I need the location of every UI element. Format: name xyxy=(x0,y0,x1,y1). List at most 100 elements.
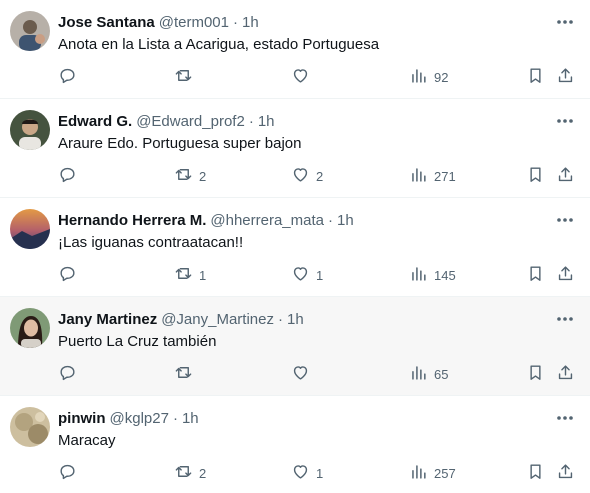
avatar[interactable] xyxy=(10,407,50,447)
like-count: 2 xyxy=(316,168,324,184)
like-button[interactable] xyxy=(291,363,316,385)
share-button[interactable] xyxy=(556,165,575,187)
timestamp[interactable]: 1h xyxy=(287,311,304,328)
retweet-icon xyxy=(174,264,193,286)
bookmark-button[interactable] xyxy=(526,165,545,187)
bookmark-icon xyxy=(526,462,545,484)
user-handle[interactable]: @term001 xyxy=(159,14,229,31)
views-count: 271 xyxy=(434,168,456,184)
bookmark-icon xyxy=(526,264,545,286)
reply-icon xyxy=(58,66,77,88)
user-handle[interactable]: @Edward_prof2 xyxy=(136,113,245,130)
views-button[interactable]: 271 xyxy=(409,165,456,187)
timestamp[interactable]: 1h xyxy=(182,410,199,427)
avatar[interactable] xyxy=(10,209,50,249)
like-icon xyxy=(291,165,310,187)
views-count: 92 xyxy=(434,69,449,85)
tweet-text: Anota en la Lista a Acarigua, estado Por… xyxy=(58,36,380,53)
user-handle[interactable]: @kglp27 xyxy=(110,410,169,427)
like-icon xyxy=(291,363,310,385)
reply-tweet[interactable]: Jose Santana @term001 · 1h Anota en la List… xyxy=(0,0,590,99)
tweet-text: Araure Edo. Portuguesa super bajon xyxy=(58,135,302,152)
retweet-icon xyxy=(174,462,193,484)
like-button[interactable]: 1 xyxy=(291,264,323,286)
views-button[interactable]: 65 xyxy=(409,363,448,385)
tweet-header: Jany Martinez @Jany_Martinez · 1h xyxy=(58,310,304,330)
share-icon xyxy=(556,66,575,88)
reply-button[interactable] xyxy=(58,363,83,385)
display-name[interactable]: Jose Santana xyxy=(58,14,155,31)
views-button[interactable]: 257 xyxy=(409,462,456,484)
like-count: 1 xyxy=(316,267,324,283)
reply-button[interactable] xyxy=(58,165,83,187)
user-handle[interactable]: @hherrera_mata xyxy=(210,212,324,229)
retweet-icon xyxy=(174,66,193,88)
share-button[interactable] xyxy=(556,462,575,484)
avatar[interactable] xyxy=(10,110,50,150)
retweet-button[interactable] xyxy=(174,66,199,88)
like-button[interactable]: 1 xyxy=(291,462,323,484)
timestamp[interactable]: 1h xyxy=(337,212,354,229)
share-icon xyxy=(556,462,575,484)
action-bar: 2 1 257 xyxy=(0,462,590,484)
display-name[interactable]: Edward G. xyxy=(58,113,132,130)
retweet-count: 2 xyxy=(199,168,207,184)
views-icon xyxy=(409,264,428,286)
action-bar: 92 xyxy=(0,66,590,88)
reply-tweet[interactable]: pinwin @kglp27 · 1h Maracay 2 1 257 xyxy=(0,396,590,493)
retweet-button[interactable] xyxy=(174,363,199,385)
share-button[interactable] xyxy=(556,66,575,88)
retweet-button[interactable]: 2 xyxy=(174,462,206,484)
display-name[interactable]: pinwin xyxy=(58,410,106,427)
separator-dot: · xyxy=(248,113,254,130)
tweet-header: Jose Santana @term001 · 1h xyxy=(58,13,259,33)
retweet-button[interactable]: 2 xyxy=(174,165,206,187)
user-handle[interactable]: @Jany_Martinez xyxy=(161,311,274,328)
reply-button[interactable] xyxy=(58,462,83,484)
reply-button[interactable] xyxy=(58,66,83,88)
reply-tweet[interactable]: Edward G. @Edward_prof2 · 1h Araure Edo. Po… xyxy=(0,99,590,198)
views-count: 257 xyxy=(434,465,456,481)
more-icon[interactable] xyxy=(554,408,576,428)
more-icon[interactable] xyxy=(554,210,576,230)
views-button[interactable]: 92 xyxy=(409,66,448,88)
tweet-text: Maracay xyxy=(58,432,116,449)
separator-dot: · xyxy=(172,410,178,427)
more-icon[interactable] xyxy=(554,12,576,32)
tweet-header: pinwin @kglp27 · 1h xyxy=(58,409,199,429)
bookmark-button[interactable] xyxy=(526,363,545,385)
like-button[interactable] xyxy=(291,66,316,88)
reply-button[interactable] xyxy=(58,264,83,286)
more-icon[interactable] xyxy=(554,309,576,329)
tweet-header: Edward G. @Edward_prof2 · 1h xyxy=(58,112,275,132)
like-count: 1 xyxy=(316,465,324,481)
display-name[interactable]: Hernando Herrera M. xyxy=(58,212,206,229)
views-icon xyxy=(409,363,428,385)
share-button[interactable] xyxy=(556,363,575,385)
separator-dot: · xyxy=(232,14,238,31)
bookmark-button[interactable] xyxy=(526,66,545,88)
reply-tweet[interactable]: Hernando Herrera M. @hherrera_mata · 1h ¡La… xyxy=(0,198,590,297)
avatar[interactable] xyxy=(10,11,50,51)
share-button[interactable] xyxy=(556,264,575,286)
reply-icon xyxy=(58,165,77,187)
timestamp[interactable]: 1h xyxy=(258,113,275,130)
bookmark-button[interactable] xyxy=(526,462,545,484)
action-bar: 1 1 145 xyxy=(0,264,590,286)
bookmark-icon xyxy=(526,66,545,88)
avatar[interactable] xyxy=(10,308,50,348)
reply-tweet[interactable]: Jany Martinez @Jany_Martinez · 1h Puerto La… xyxy=(0,297,590,396)
reply-feed: Jose Santana @term001 · 1h Anota en la List… xyxy=(0,0,590,493)
more-icon[interactable] xyxy=(554,111,576,131)
bookmark-button[interactable] xyxy=(526,264,545,286)
retweet-button[interactable]: 1 xyxy=(174,264,206,286)
like-icon xyxy=(291,462,310,484)
action-bar: 65 xyxy=(0,363,590,385)
like-icon xyxy=(291,66,310,88)
timestamp[interactable]: 1h xyxy=(242,14,259,31)
display-name[interactable]: Jany Martinez xyxy=(58,311,157,328)
views-count: 65 xyxy=(434,366,449,382)
views-button[interactable]: 145 xyxy=(409,264,456,286)
like-button[interactable]: 2 xyxy=(291,165,323,187)
share-icon xyxy=(556,363,575,385)
